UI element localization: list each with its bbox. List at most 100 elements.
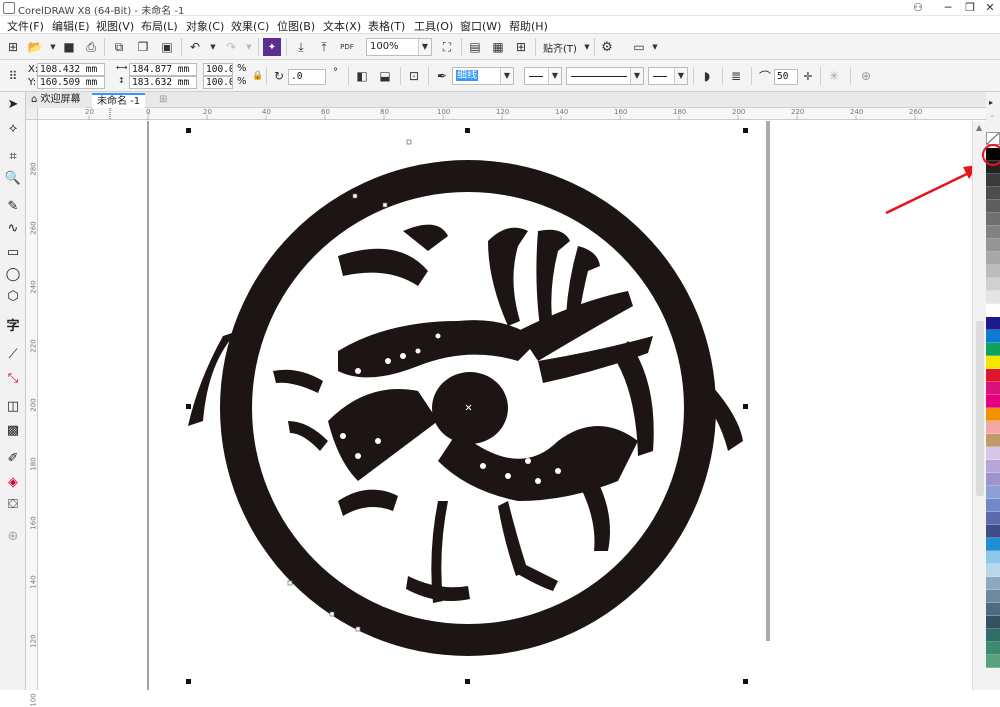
- add-icon[interactable]: ⊕: [857, 67, 875, 85]
- vertical-scrollbar[interactable]: ▲: [972, 121, 986, 690]
- paste-icon[interactable]: ▣: [158, 38, 176, 56]
- color-swatch[interactable]: [986, 473, 1000, 486]
- show-rulers-icon[interactable]: ▤: [466, 38, 484, 56]
- color-swatch[interactable]: [986, 343, 1000, 356]
- artistic-media-icon[interactable]: ∿: [4, 220, 22, 238]
- palette-menu-icon[interactable]: ⌃: [989, 114, 996, 123]
- menu-layout[interactable]: 布局(L): [141, 18, 178, 34]
- menu-table[interactable]: 表格(T): [368, 18, 405, 34]
- menu-window[interactable]: 窗口(W): [460, 18, 501, 34]
- end-arrowhead-select[interactable]: ▼: [648, 67, 688, 85]
- show-guidelines-icon[interactable]: ⊞: [512, 38, 530, 56]
- line-style-select[interactable]: ▼: [566, 67, 644, 85]
- smart-fill-icon[interactable]: ⛋: [4, 496, 22, 514]
- close-curve-icon[interactable]: ◗: [698, 67, 716, 85]
- menu-text[interactable]: 文本(X): [323, 18, 361, 34]
- color-swatch[interactable]: [986, 395, 1000, 408]
- drawing-canvas[interactable]: [38, 121, 972, 690]
- connector-tool-icon[interactable]: ⤡: [4, 370, 22, 388]
- shape-tool-icon[interactable]: ⟡: [4, 120, 22, 138]
- tab-welcome[interactable]: ⌂ 欢迎屏幕: [26, 93, 86, 108]
- color-swatch[interactable]: [986, 356, 1000, 369]
- drop-shadow-icon[interactable]: ◫: [4, 398, 22, 416]
- undo-icon[interactable]: ↶: [186, 38, 204, 56]
- polygon-tool-icon[interactable]: ⬡: [4, 288, 22, 306]
- menu-object[interactable]: 对象(C): [186, 18, 224, 34]
- color-swatch[interactable]: [986, 590, 1000, 603]
- menu-effects[interactable]: 效果(C): [231, 18, 269, 34]
- interactive-fill-icon[interactable]: ◈: [4, 474, 22, 492]
- redo-icon[interactable]: ↷: [222, 38, 240, 56]
- print-icon[interactable]: ⎙: [82, 38, 100, 56]
- rotation-angle-field[interactable]: .0: [288, 69, 326, 85]
- color-swatch[interactable]: [986, 369, 1000, 382]
- menu-bitmap[interactable]: 位图(B): [277, 18, 315, 34]
- account-icon[interactable]: ⚇: [910, 1, 926, 15]
- color-swatch[interactable]: [986, 655, 1000, 668]
- pick-tool-icon[interactable]: ➤: [4, 96, 22, 114]
- search-content-icon[interactable]: ✦: [263, 38, 281, 56]
- options-gear-icon[interactable]: ⚙: [598, 38, 616, 56]
- x-position-field[interactable]: 108.432 mm: [37, 63, 105, 76]
- scale-width-field[interactable]: 100.0: [203, 63, 233, 76]
- color-swatch[interactable]: [986, 200, 1000, 213]
- copy-icon[interactable]: ❐: [134, 38, 152, 56]
- launcher-dropdown-icon[interactable]: ▼: [646, 38, 664, 56]
- restore-button[interactable]: ❐: [962, 1, 978, 15]
- width-field[interactable]: 184.877 mm: [129, 63, 197, 76]
- freehand-tool-icon[interactable]: ✎: [4, 198, 22, 216]
- smoothing-field[interactable]: 50: [774, 69, 798, 85]
- scroll-up-icon[interactable]: ▲: [976, 123, 982, 132]
- ruler-origin[interactable]: [26, 108, 38, 120]
- color-swatch[interactable]: [986, 616, 1000, 629]
- zoom-tool-icon[interactable]: 🔍: [4, 170, 22, 188]
- publish-pdf-icon[interactable]: PDF: [338, 38, 356, 56]
- extract-subpath-icon[interactable]: ✳: [825, 67, 843, 85]
- palette-scroll-icon[interactable]: ▸: [989, 98, 993, 107]
- color-swatch[interactable]: [986, 525, 1000, 538]
- dimension-tool-icon[interactable]: ⟋: [4, 346, 22, 364]
- color-swatch[interactable]: [986, 499, 1000, 512]
- smoothing-stepper-icon[interactable]: ✛: [799, 67, 817, 85]
- menu-tools[interactable]: 工具(O): [414, 18, 453, 34]
- color-swatch[interactable]: [986, 252, 1000, 265]
- import-icon[interactable]: ⤓: [292, 38, 310, 56]
- full-screen-icon[interactable]: ⛶: [438, 38, 456, 56]
- color-swatch[interactable]: [986, 226, 1000, 239]
- color-swatch[interactable]: [986, 434, 1000, 447]
- color-swatch[interactable]: [986, 239, 1000, 252]
- scrollbar-thumb[interactable]: [976, 321, 984, 496]
- outline-pen-icon[interactable]: ✒: [433, 67, 451, 85]
- color-swatch[interactable]: [986, 629, 1000, 642]
- text-wrap-icon[interactable]: ≣: [727, 67, 745, 85]
- open-icon[interactable]: 📂: [26, 38, 44, 56]
- color-swatch[interactable]: [986, 486, 1000, 499]
- color-swatch[interactable]: [986, 460, 1000, 473]
- color-swatch[interactable]: [986, 408, 1000, 421]
- color-swatch[interactable]: [986, 382, 1000, 395]
- cut-icon[interactable]: ⧉: [110, 38, 128, 56]
- zoom-level-select[interactable]: 100% ▼: [366, 38, 432, 56]
- color-swatch[interactable]: [986, 317, 1000, 330]
- show-grid-icon[interactable]: ▦: [489, 38, 507, 56]
- menu-view[interactable]: 视图(V): [96, 18, 134, 34]
- mirror-vertical-icon[interactable]: ⬓: [376, 67, 394, 85]
- color-swatch[interactable]: [986, 512, 1000, 525]
- eyedropper-icon[interactable]: ✐: [4, 450, 22, 468]
- transparency-icon[interactable]: ▩: [4, 422, 22, 440]
- rotation-icon[interactable]: ↻: [270, 67, 288, 85]
- height-field[interactable]: 183.632 mm: [129, 76, 197, 89]
- color-swatch[interactable]: [986, 564, 1000, 577]
- new-document-icon[interactable]: ⊞: [4, 38, 22, 56]
- undo-dropdown-icon[interactable]: ▼: [204, 38, 222, 56]
- redo-dropdown-icon[interactable]: ▼: [240, 38, 258, 56]
- color-swatch[interactable]: [986, 304, 1000, 317]
- color-swatch[interactable]: [986, 278, 1000, 291]
- start-arrowhead-select[interactable]: ▼: [524, 67, 562, 85]
- add-tab-icon[interactable]: ⊞: [154, 93, 172, 108]
- export-icon[interactable]: ⤒: [315, 38, 333, 56]
- curve-smoothing-icon[interactable]: ⌒: [756, 67, 774, 85]
- menu-edit[interactable]: 编辑(E): [52, 18, 90, 34]
- close-button[interactable]: ✕: [982, 1, 998, 15]
- color-swatch[interactable]: [986, 330, 1000, 343]
